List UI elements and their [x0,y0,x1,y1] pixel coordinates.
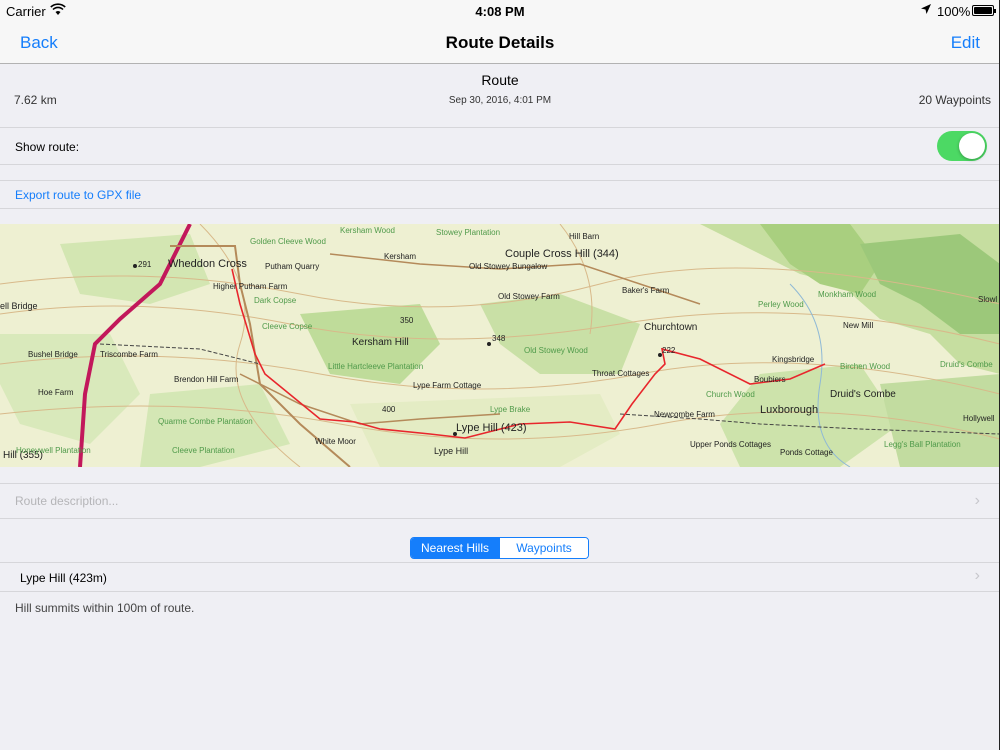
map-label-brendon-hill-farm: Brendon Hill Farm [174,375,239,384]
navigation-bar: Back Route Details Edit [0,22,1000,64]
map-label-slowley: Slowl [978,295,998,304]
map-label-old-stowey-wood: Old Stowey Wood [524,346,588,355]
battery-icon [972,5,996,16]
route-description-row[interactable]: Route description... › [0,483,1000,519]
show-route-row: Show route: [0,127,1000,165]
map-label-kingsbridge: Kingsbridge [772,355,815,364]
map-label-lype-hill: Lype Hill [434,446,469,456]
map-label-little-hartcleeve-plantation: Little Hartcleeve Plantation [328,362,424,371]
route-waypoint-count: 20 Waypoints [918,93,991,107]
map-label-kersham-hill: Kersham Hill [352,337,409,348]
map-label-triscombe-farm: Triscombe Farm [100,350,158,359]
map-label-spot-291: 291 [138,260,152,269]
map-label-hoe-farm: Hoe Farm [38,388,74,397]
map-label-throat-cottages: Throat Cottages [592,369,650,378]
hills-footnote: Hill summits within 100m of route. [15,601,195,615]
map-label-cleeve-copse: Cleeve Copse [262,322,313,331]
map-label-lype-brake: Lype Brake [490,405,531,414]
battery-percentage: 100% [937,4,971,19]
map-label-churchtown: Churchtown [644,322,698,333]
show-route-toggle[interactable] [937,131,987,161]
route-date: Sep 30, 2016, 4:01 PM [448,95,552,106]
route-summary: Route 7.62 km Sep 30, 2016, 4:01 PM 20 W… [0,65,1000,117]
map-label-luxborough: Luxborough [760,404,819,416]
chevron-right-icon: › [974,567,980,584]
map-label-kersham-wood: Kersham Wood [340,226,395,235]
route-name: Route [481,72,519,88]
map-label-leggs-ball-plantation: Legg's Ball Plantation [884,440,961,449]
route-map[interactable]: Wheddon Cross Couple Cross Hill (344) Ch… [0,224,1000,467]
map-label-church-wood: Church Wood [706,390,755,399]
map-label-upper-ponds-cottages: Upper Ponds Cottages [690,440,771,449]
map-label-old-stowey-farm: Old Stowey Farm [498,292,560,301]
map-label-kersham: Kersham [384,252,417,261]
map-label-hollywell: Hollywell [963,414,995,423]
map-label-bridge: ell Bridge [0,301,38,311]
map-label-quarme-combe-plantation: Quarme Combe Plantation [158,417,253,426]
map-label-higher-putham-farm: Higher Putham Farm [213,282,288,291]
hill-name: Lype Hill (423m) [20,571,107,585]
segment-waypoints[interactable]: Waypoints [499,538,588,558]
map-label-old-stowey-bungalow: Old Stowey Bungalow [469,262,548,271]
map-label-new-mill: New Mill [843,321,874,330]
map-label-monkham-wood: Monkham Wood [818,290,877,299]
map-label-bakers-farm: Baker's Farm [622,286,670,295]
route-description-placeholder: Route description... [15,494,119,508]
map-label-ponds-cottage: Ponds Cottage [780,448,833,457]
map-label-dark-copse: Dark Copse [254,296,297,305]
map-label-boubiers: Boubiers [754,375,786,384]
map-label-newcombe-farm: Newcombe Farm [654,410,715,419]
map-label-stowey-plantation: Stowey Plantation [436,228,501,237]
location-arrow-icon [920,3,932,18]
map-label-spot-348: 348 [492,334,506,343]
chevron-right-icon: › [974,492,980,509]
segment-nearest-hills[interactable]: Nearest Hills [411,538,499,558]
map-label-druids-combe-wood: Druid's Combe [940,360,993,369]
export-row: Export route to GPX file [0,180,1000,209]
map-label-lype-farm-cottage: Lype Farm Cottage [413,381,482,390]
map-label-golden-cleeve-wood: Golden Cleeve Wood [250,237,326,246]
map-label-birchen-wood: Birchen Wood [840,362,891,371]
toggle-knob [959,133,985,159]
map-label-hill-barn: Hill Barn [569,232,600,241]
map-label-white-moor: White Moor [315,437,356,446]
map-label-druids-combe: Druid's Combe [830,389,896,400]
page-title: Route Details [445,33,555,52]
map-label-cleeve-plantation: Cleeve Plantation [172,446,235,455]
status-bar: Carrier 4:08 PM 100% [0,0,1000,22]
export-gpx-link[interactable]: Export route to GPX file [15,188,141,202]
map-label-bushel-bridge: Bushel Bridge [28,350,78,359]
hills-waypoints-segmented-control: Nearest Hills Waypoints [410,537,589,559]
map-label-perley-wood: Perley Wood [758,300,804,309]
map-label-honeywell-plantation: Honeywell Plantation [16,446,91,455]
map-label-putham-quarry: Putham Quarry [265,262,320,271]
status-time: 4:08 PM [475,4,525,19]
map-label-lype-hill-summit: Lype Hill (423) [456,422,527,434]
map-label-contour-350: 350 [400,316,414,325]
edit-button[interactable]: Edit [951,33,980,53]
map-label-contour-400: 400 [382,405,396,414]
list-item[interactable]: Lype Hill (423m) › [0,562,1000,592]
map-label-wheddon-cross: Wheddon Cross [168,258,247,270]
map-label-spot-222: 222 [662,346,676,355]
show-route-label: Show route: [15,140,80,154]
map-label-couple-cross-hill: Couple Cross Hill (344) [505,248,619,260]
